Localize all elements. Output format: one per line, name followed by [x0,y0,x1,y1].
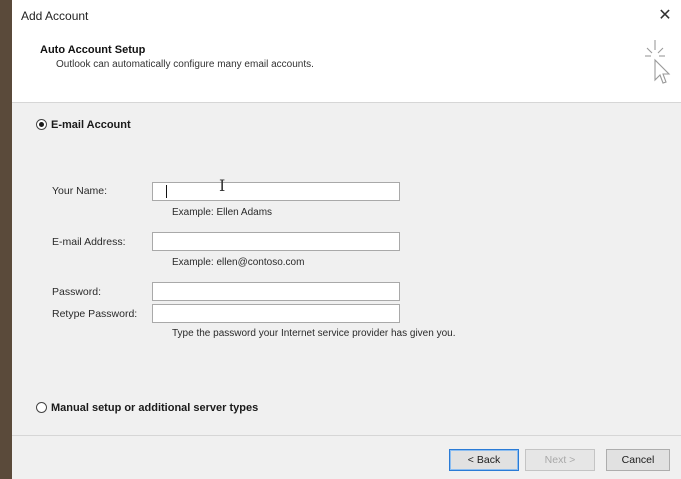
ibeam-cursor-icon: I [219,176,226,195]
your-name-input[interactable] [152,182,400,201]
manual-setup-radio[interactable] [36,402,47,413]
email-address-input[interactable] [152,232,400,251]
back-button[interactable]: < Back [449,449,519,471]
header-title: Auto Account Setup [40,44,146,56]
retype-password-label: Retype Password: [52,308,138,320]
manual-setup-label[interactable]: Manual setup or additional server types [51,402,258,414]
email-account-label[interactable]: E-mail Account [51,119,131,131]
add-account-dialog: Add Account ✕ Auto Account Setup Outlook… [12,0,681,479]
footer-divider [12,435,681,436]
close-icon[interactable]: ✕ [653,4,677,28]
window-title: Add Account [21,9,89,23]
password-label: Password: [52,286,102,298]
header-subtitle: Outlook can automatically configure many… [56,59,314,70]
email-account-radio[interactable] [36,119,47,130]
email-address-hint: Example: ellen@contoso.com [172,257,305,268]
password-hint: Type the password your Internet service … [172,328,456,339]
text-caret [166,185,167,198]
next-button[interactable]: Next > [525,449,595,471]
retype-password-input[interactable] [152,304,400,323]
your-name-hint: Example: Ellen Adams [172,207,273,218]
title-bar: Add Account ✕ [12,0,681,32]
your-name-label: Your Name: [52,185,108,197]
password-input[interactable] [152,282,400,301]
cancel-button[interactable]: Cancel [606,449,670,471]
dialog-header: Auto Account Setup Outlook can automatic… [12,32,681,103]
email-address-label: E-mail Address: [52,236,126,248]
sparkle-cursor-icon [645,40,671,84]
